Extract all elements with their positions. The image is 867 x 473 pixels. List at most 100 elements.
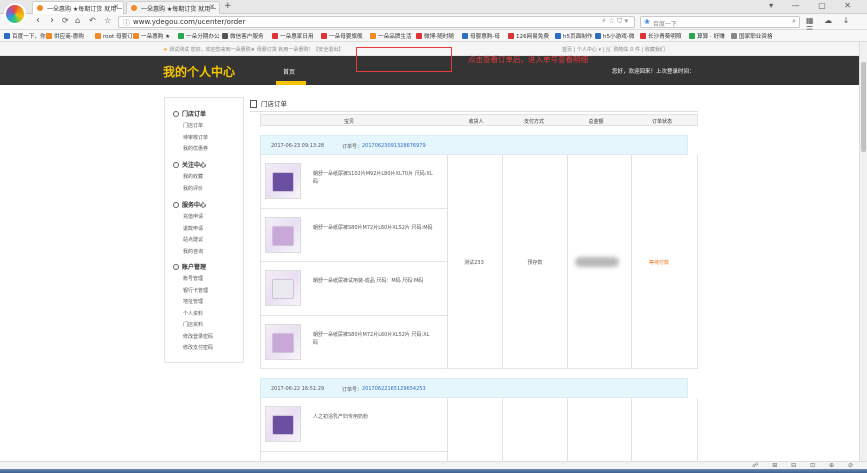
bookmark-item[interactable]: 供应商-惠购 [46,32,84,40]
order-item-row[interactable]: 朝舒一朵纸尿裤S102片M92片L80片XL70片 尺码:XL码 [261,155,447,209]
order-header: 2017-06-22 16:51:29 订单号： 201706221651296… [260,378,688,398]
sidebar-item[interactable]: 充值申请 [183,213,203,220]
sidebar-item[interactable]: 银行卡管理 [183,287,208,294]
search-box[interactable]: ❀ 百度一下 ⌕ [640,16,800,28]
sidebar-item[interactable]: 退款申请 [183,225,203,232]
column-divider [567,398,568,461]
sidebar-item[interactable]: 账号管理 [183,275,203,282]
bookmark-item[interactable]: 一朵惠家日用 [272,32,314,40]
bookmark-favicon-icon [272,33,278,39]
page-scrollbar[interactable] [859,42,867,461]
consignee-cell: 测试233 [464,260,484,266]
sidebar-item[interactable]: 我的收藏 [183,173,203,180]
sidebar-item[interactable]: 修改登录密码 [183,333,213,340]
status-bar-icons[interactable]: ☍ ⊞ ⊟ ⊡ ⊕ ⊘ [752,462,859,469]
sidebar-item[interactable]: 站点建议 [183,236,203,243]
reload-icon[interactable]: ⟳ [62,16,69,25]
sidebar-item[interactable]: 门店订单 [183,122,203,129]
product-name[interactable]: 朝舒一朵纸尿裤S80片M72片L60片XL52片 尺码:XL码 [313,331,433,347]
sidebar-item[interactable]: 我的优惠券 [183,145,208,152]
forward-icon[interactable]: › [50,15,54,26]
bookmark-item[interactable]: h5小游戏-微 [595,32,635,40]
browser-status-bar: ☍ ⊞ ⊟ ⊡ ⊕ ⊘ [0,461,867,469]
sidebar-item[interactable]: 个人资料 [183,310,203,317]
sidebar-item[interactable]: 我的咨询 [183,248,203,255]
product-name[interactable]: 朝舒一朵纸尿裤S80片M72片L60片XL52片 尺码:M码 [313,224,433,232]
bookmark-item[interactable]: 一朵惠购 ★ [133,32,170,40]
nav-home-link[interactable]: 首页 [283,67,295,76]
order-number-link[interactable]: 20170623091328676979 [362,143,426,149]
bookmark-item[interactable]: 一朵品牌生活 [370,32,412,40]
product-thumbnail[interactable] [265,216,301,253]
baidu-paw-icon: ❀ [644,18,650,26]
bookmark-label: h5页面制作 [563,34,593,40]
close-tab-icon[interactable]: ✕ [113,3,119,11]
search-input[interactable]: 百度一下 [653,19,677,28]
browser-logo-icon[interactable] [4,3,26,25]
bookmark-favicon-icon [595,33,601,39]
new-tab-button[interactable]: + [224,1,232,11]
address-bar-actions-icon[interactable]: ⚡ ☆ ⛉ ▾ [601,17,628,26]
bookmark-favicon-icon [133,33,139,39]
product-thumbnail[interactable] [265,323,301,360]
top-links[interactable]: 首页 | 个人中心 ▾ | 🛒 购物车 0 件 | 收藏我们 [562,46,665,53]
order-header: 2017-06-23 09:13:28 订单号： 201706230913286… [260,135,688,155]
bookmark-item[interactable]: h5页面制作 [555,32,592,40]
order-item-row[interactable]: 朝舒一朵纸尿裤试用装-成品 尺码：M码 尺码:M码 [261,262,447,316]
bookmark-item[interactable]: 长沙青葵明照 [640,32,682,40]
bookmark-item[interactable]: root 母婴订 [95,32,133,40]
order-item-row[interactable]: 朝舒一朵纸尿裤S80片M72片L60片XL52片 尺码:XL码 [261,316,447,369]
bookmark-favicon-icon [462,33,468,39]
bookmark-label: 微博-随时随 [424,34,454,40]
product-thumbnail[interactable] [265,406,301,442]
amount-blurred [575,257,619,267]
back-icon[interactable]: ‹ [36,15,40,26]
product-thumbnail[interactable] [265,163,301,199]
page-info-icon[interactable]: ⓘ [123,18,130,28]
col-header-item: 宝贝 [343,119,354,125]
url-text[interactable]: www.ydegou.com/ucenter/order [133,18,245,26]
product-name[interactable]: 朝舒一朵纸尿裤试用装-成品 尺码：M码 尺码:M码 [313,277,433,285]
scrollbar-thumb[interactable] [861,62,866,152]
order-item-row[interactable]: 人之初浴乳产妇专用奶粉 [261,398,447,452]
bookmark-item[interactable]: 国家职业资格 [731,32,773,40]
bookmark-item[interactable]: 一朵母婴旗舰 [321,32,363,40]
undo-icon[interactable]: ↶ [89,16,96,25]
bookmark-item[interactable]: 微信客户服务 [222,32,264,40]
bookmark-item[interactable]: 百度一下，你 [4,32,46,40]
order-item-row[interactable]: 朝舒一朵纸尿裤S80片M72片L60片XL52片 尺码:M码 [261,209,447,262]
browser-tab-1[interactable]: 一朵惠购 ★每期订货 就用一 ✕ [32,1,124,14]
product-name[interactable]: 人之初浴乳产妇专用奶粉 [313,413,433,421]
bookmark-favicon-icon [689,33,695,39]
sidebar-item[interactable]: 地址管理 [183,298,203,305]
product-package-image [272,415,294,435]
site-favicon-icon [37,5,43,11]
product-package-image [272,172,294,192]
bookmark-item[interactable]: 算算 · 好赚 [689,32,725,40]
bookmark-item[interactable]: 126网易免费 [508,32,549,40]
service-icon [173,202,179,208]
bookmark-star-icon[interactable]: ☆ [104,16,111,25]
close-tab-icon[interactable]: ✕ [209,3,215,11]
bookmark-item[interactable]: 母婴惠购-母 [462,32,500,40]
browser-tab-2[interactable]: 一朵惠购 ★每期订货 就用一 ✕ [126,1,220,14]
bookmark-item[interactable]: 一朵分期办公 [178,32,220,40]
search-icon[interactable]: ⌕ [792,17,796,26]
sidebar-item[interactable]: 我的评价 [183,185,203,192]
annotation-text: 点击查看订单后，进入单号查看明细 [468,55,588,64]
bookmark-label: 一朵母婴旗舰 [329,34,363,40]
order-status-link[interactable]: 等待付款 [649,259,669,266]
order-number-link[interactable]: 20170622165129654253 [362,386,426,392]
bookmark-item[interactable]: 微博-随时随 [416,32,454,40]
product-thumbnail[interactable] [265,270,301,306]
bookmark-label: 国家职业资格 [739,34,773,40]
window-controls[interactable]: ▾ — ▢ ✕ [769,1,859,10]
product-package-image [272,279,294,299]
sidebar-item[interactable]: 待审核订单 [183,134,208,141]
sidebar-item[interactable]: 门店资料 [183,321,203,328]
sidebar-item[interactable]: 修改支付密码 [183,344,213,351]
address-bar[interactable]: ⓘ www.ydegou.com/ucenter/order ⚡ ☆ ⛉ ▾ [118,16,635,28]
product-name[interactable]: 朝舒一朵纸尿裤S102片M92片L80片XL70片 尺码:XL码 [313,170,433,186]
annotation-highlight-box [356,47,452,72]
home-icon[interactable]: ⌂ [75,16,80,25]
